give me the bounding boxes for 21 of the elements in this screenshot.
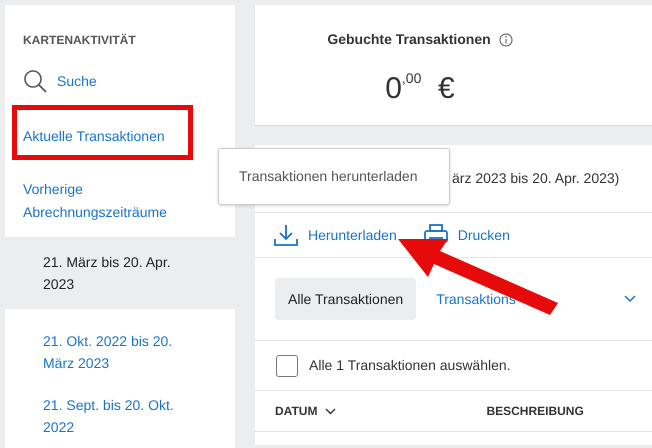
download-icon	[273, 223, 299, 247]
chevron-down-icon	[624, 295, 636, 303]
select-all-checkbox[interactable]	[276, 354, 298, 376]
search-icon[interactable]	[23, 69, 47, 93]
search-link[interactable]: Suche	[57, 70, 97, 92]
info-icon[interactable]	[498, 32, 513, 46]
sidebar-heading: KARTENAKTIVITÄT	[22, 32, 137, 49]
summary-title: Gebuchte Transaktionen	[327, 30, 491, 49]
amount-text: 0$^{,00}$ €	[384, 68, 456, 107]
period-link[interactable]: 21. März bis 20. Apr. 2023	[5, 237, 235, 309]
sidebar-link[interactable]: Aktuelle Transaktionen	[23, 125, 165, 148]
action-link[interactable]: Herunterladen	[273, 223, 397, 247]
column-header[interactable]: DATUM	[275, 402, 336, 420]
period-heading: ärz 2023 bis 20. Apr. 2023)	[452, 169, 620, 188]
sidebar-link[interactable]: Vorherige Abrechnungszeiträume	[23, 178, 217, 224]
select-all-label: Alle 1 Transaktionen auswählen.	[309, 356, 511, 375]
column-header[interactable]: BESCHREIBUNG	[486, 402, 584, 420]
chevron-down-icon	[325, 408, 336, 414]
tooltip: Transaktionen herunterladen	[218, 148, 450, 205]
filter-dropdown[interactable]: Transaktions	[436, 288, 636, 310]
filter-button[interactable]: Alle Transaktionen	[275, 278, 416, 320]
